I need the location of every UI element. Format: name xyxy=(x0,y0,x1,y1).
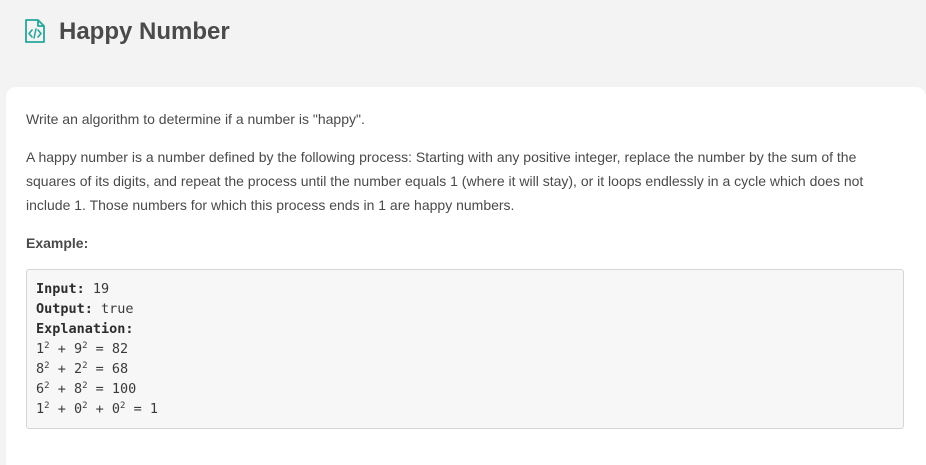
step-exponent: 2 xyxy=(82,341,88,351)
step-exponent: 2 xyxy=(82,381,88,391)
input-value: 19 xyxy=(92,281,110,297)
explanation-step: 12 + 02 + 02 = 1 xyxy=(36,401,158,417)
explanation-steps: 12 + 92 = 82 82 + 22 = 68 62 + 82 = 100 12 … xyxy=(36,339,894,419)
explanation-step: 62 + 82 = 100 xyxy=(36,381,137,397)
example-explanation-line: Explanation: xyxy=(36,319,894,339)
page-title: Happy Number xyxy=(59,18,230,45)
step-term: 2 xyxy=(73,361,83,377)
step-exponent: 2 xyxy=(44,341,50,351)
step-term: 1 xyxy=(36,401,45,417)
step-exponent: 2 xyxy=(82,401,88,411)
step-term: 6 xyxy=(36,381,45,397)
step-exponent: 2 xyxy=(44,401,50,411)
example-input-line: Input: 19 xyxy=(36,279,894,299)
example-heading: Example: xyxy=(26,235,89,251)
problem-body: A happy number is a number defined by th… xyxy=(26,149,864,213)
example-code-block: Input: 19 Output: true Explanation: 12 +… xyxy=(26,269,904,429)
step-exponent: 2 xyxy=(44,361,50,371)
problem-header: Happy Number xyxy=(0,0,926,88)
step-term: 1 xyxy=(36,341,45,357)
step-result: 82 xyxy=(111,341,129,357)
explanation-label: Explanation: xyxy=(36,321,134,337)
step-result: 100 xyxy=(111,381,137,397)
step-exponent: 2 xyxy=(44,381,50,391)
problem-intro: Write an algorithm to determine if a num… xyxy=(26,111,365,127)
step-term: 0 xyxy=(111,401,121,417)
output-value: true xyxy=(101,301,134,317)
code-file-icon xyxy=(25,19,45,43)
step-term: 8 xyxy=(73,381,83,397)
input-label: Input: xyxy=(36,281,85,297)
step-term: 8 xyxy=(36,361,45,377)
explanation-step: 82 + 22 = 68 xyxy=(36,361,129,377)
step-exponent: 2 xyxy=(82,361,88,371)
step-term: 9 xyxy=(73,341,83,357)
step-result: 68 xyxy=(111,361,129,377)
example-output-line: Output: true xyxy=(36,299,894,319)
problem-description-card: Write an algorithm to determine if a num… xyxy=(6,87,926,465)
explanation-step: 12 + 92 = 82 xyxy=(36,341,129,357)
output-label: Output: xyxy=(36,301,93,317)
step-result: 1 xyxy=(149,401,158,417)
step-exponent: 2 xyxy=(120,401,126,411)
step-term: 0 xyxy=(73,401,83,417)
